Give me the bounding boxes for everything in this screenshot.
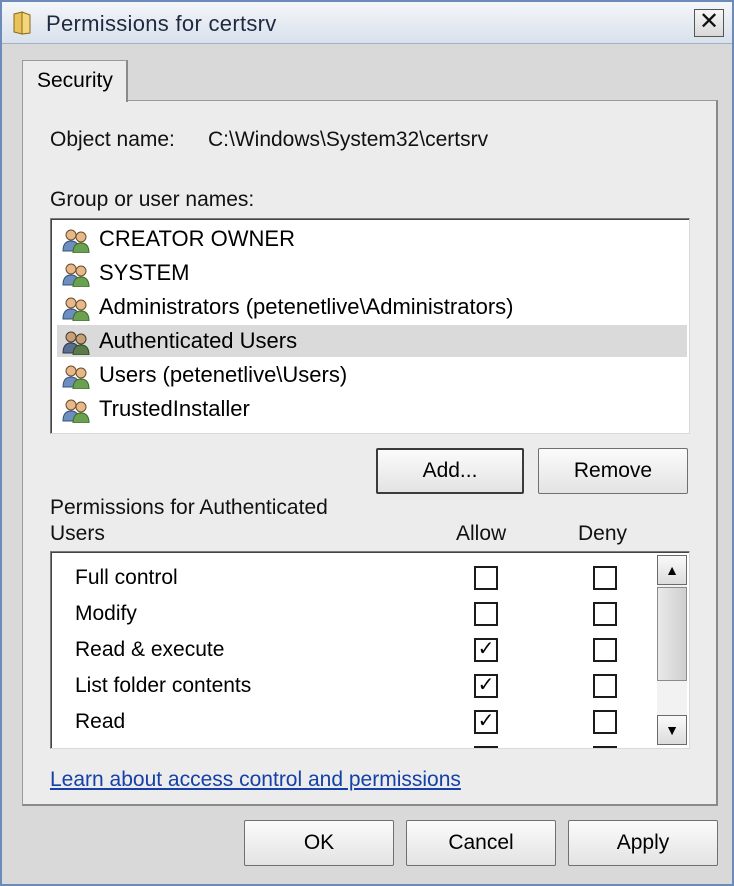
allow-checkbox[interactable]: ✓ — [474, 674, 498, 698]
deny-checkbox[interactable] — [593, 746, 617, 748]
apply-button[interactable]: Apply — [568, 820, 718, 866]
group-user-list[interactable]: CREATOR OWNER SYSTEM Administrators (pet… — [50, 218, 690, 434]
list-item-label: Users (petenetlive\Users) — [99, 362, 348, 387]
close-button[interactable]: ✕ — [694, 9, 724, 37]
permission-name: List folder contents — [75, 674, 252, 697]
tab-security[interactable]: Security — [22, 60, 128, 102]
allow-checkbox[interactable]: ✓ — [474, 710, 498, 734]
remove-button[interactable]: Remove — [538, 448, 688, 494]
title-bar[interactable]: Permissions for certsrv ✕ — [2, 2, 732, 44]
permission-name: Full control — [75, 566, 178, 589]
permissions-heading-line2: Users — [50, 522, 105, 545]
cancel-button[interactable]: Cancel — [406, 820, 556, 866]
permission-row-modify: Modify — [51, 598, 651, 634]
list-item-creator-owner[interactable]: CREATOR OWNER — [57, 223, 687, 255]
permission-name: Read — [75, 710, 126, 733]
deny-checkbox[interactable] — [593, 602, 617, 626]
users-icon — [62, 297, 90, 321]
deny-checkbox[interactable] — [593, 566, 617, 590]
permissions-heading: Permissions for Authenticated — [50, 496, 328, 519]
list-item-label: Administrators (petenetlive\Administrato… — [99, 294, 514, 319]
access-control-help-link[interactable]: Learn about access control and permissio… — [50, 768, 461, 792]
ok-button[interactable]: OK — [244, 820, 394, 866]
list-item-label: SYSTEM — [99, 260, 190, 285]
deny-checkbox[interactable] — [593, 638, 617, 662]
permission-row-full-control: Full control — [51, 562, 651, 598]
list-item-trustedinstaller[interactable]: TrustedInstaller — [57, 393, 687, 425]
object-name-label: Object name: — [50, 128, 175, 151]
allow-checkbox[interactable] — [474, 746, 498, 748]
permission-name: Read & execute — [75, 638, 225, 661]
deny-checkbox[interactable] — [593, 710, 617, 734]
scroll-thumb[interactable] — [657, 587, 687, 681]
list-item-label: TrustedInstaller — [99, 396, 250, 421]
users-icon — [62, 263, 90, 287]
permission-row-read-execute: Read & execute ✓ — [51, 634, 651, 670]
permissions-scrollbar[interactable]: ▲ ▼ — [657, 555, 687, 745]
group-names-label: Group or user names: — [50, 188, 255, 211]
permission-row-partial — [51, 742, 651, 748]
object-name-value: C:\Windows\System32\certsrv — [208, 128, 489, 151]
users-icon — [62, 399, 90, 423]
scroll-up-arrow-icon[interactable]: ▲ — [657, 555, 687, 585]
users-icon — [62, 365, 90, 389]
permission-row-read: Read ✓ — [51, 706, 651, 742]
list-item-administrators[interactable]: Administrators (petenetlive\Administrato… — [57, 291, 687, 323]
allow-checkbox[interactable] — [474, 602, 498, 626]
allow-checkbox[interactable]: ✓ — [474, 638, 498, 662]
list-item-label: Authenticated Users — [99, 328, 298, 353]
users-icon — [62, 229, 90, 253]
permission-name: Modify — [75, 602, 137, 625]
users-icon — [62, 331, 90, 355]
scroll-down-arrow-icon[interactable]: ▼ — [657, 715, 687, 745]
permissions-list[interactable]: Full control Modify Read & execute ✓ Lis… — [50, 551, 690, 749]
list-item-label: CREATOR OWNER — [99, 226, 295, 251]
list-item-authenticated-users[interactable]: Authenticated Users — [57, 325, 687, 357]
allow-column-header: Allow — [456, 522, 507, 545]
folder-icon — [13, 11, 31, 35]
permissions-dialog: Permissions for certsrv ✕ Security Objec… — [0, 0, 734, 886]
list-item-users[interactable]: Users (petenetlive\Users) — [57, 359, 687, 391]
window-title: Permissions for certsrv — [46, 11, 277, 36]
deny-checkbox[interactable] — [593, 674, 617, 698]
allow-checkbox[interactable] — [474, 566, 498, 590]
list-item-system[interactable]: SYSTEM — [57, 257, 687, 289]
deny-column-header: Deny — [578, 522, 628, 545]
add-button[interactable]: Add... — [376, 448, 524, 494]
permission-row-list-folder-contents: List folder contents ✓ — [51, 670, 651, 706]
